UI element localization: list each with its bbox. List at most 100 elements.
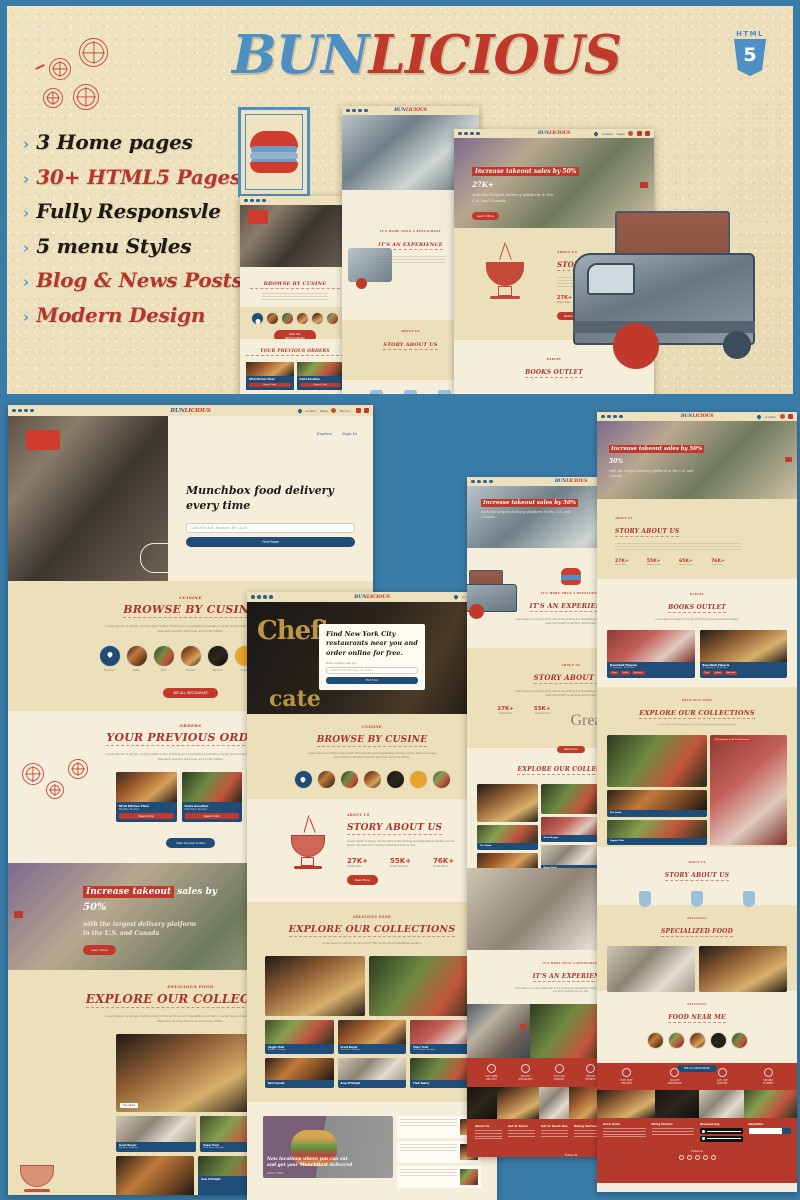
cuisine-icon[interactable] [709, 1032, 727, 1049]
pasta-icon[interactable] [316, 769, 336, 789]
collection-card[interactable]: The Salad [477, 825, 538, 850]
mexican-dish-icon[interactable] [206, 645, 229, 667]
mockup-home-two[interactable]: BUNLICIOUS Location Pages Chef's cate Fi… [247, 592, 497, 1200]
hero-search-card[interactable]: Find New York City restaurants near you … [319, 624, 425, 691]
mockup-home-four[interactable]: BUNLICIOUS Location Increase takeout sal… [597, 412, 797, 1192]
find-food-button[interactable]: Find Food [186, 536, 355, 547]
nav-location[interactable]: Location [602, 132, 613, 136]
collection-tile[interactable] [540, 784, 602, 814]
cuisine-item[interactable]: Thai [152, 645, 175, 672]
see-all-button[interactable]: SEE ALL RESTAURANT [676, 1065, 718, 1072]
cuisine-icon[interactable] [730, 1032, 748, 1049]
collection-card[interactable]: Veggie Plate [607, 820, 708, 846]
google-play-button[interactable] [700, 1128, 743, 1135]
cuisine-row[interactable] [247, 769, 497, 789]
read-more-button[interactable]: Read More [347, 874, 378, 885]
repeat-order-button[interactable]: Repeat Order [119, 813, 174, 819]
footer-newsletter[interactable]: Newsletter [748, 1123, 791, 1143]
collection-tile[interactable] [265, 956, 365, 1017]
chinese-dish-icon[interactable] [362, 769, 382, 789]
bag-icon[interactable] [364, 408, 369, 413]
cuisine-icon[interactable] [667, 1032, 685, 1049]
location-pin-icon[interactable] [98, 645, 121, 667]
footer-download[interactable]: Download App [700, 1123, 743, 1143]
read-more-button[interactable]: Read More [557, 746, 585, 754]
location-pin-icon[interactable] [453, 594, 460, 600]
order-card[interactable]: KFull Kitchen Pizza Big Bites, Brooklyn Re… [116, 772, 177, 822]
cuisine-item[interactable] [431, 769, 451, 789]
collection-grid-row3[interactable]: Best Cupcake Soup Of Delight Fresh Baker… [265, 1058, 480, 1089]
collection-grid[interactable] [265, 956, 479, 1017]
order-card-row[interactable]: KFull Kitchen Pizza Repeat Order Pasta Ro… [246, 362, 344, 390]
collection-card[interactable]: Great Burger Pizza Place, Brooklyn [337, 1020, 407, 1055]
play-badge-icon[interactable] [520, 1024, 527, 1029]
cart-icon[interactable] [355, 408, 361, 413]
collection-card[interactable]: Best Cupcake [265, 1058, 334, 1089]
cuisine-item[interactable] [339, 769, 359, 789]
mexican-dish-icon[interactable] [385, 769, 405, 789]
cart-icon[interactable] [636, 131, 642, 136]
nav-location[interactable]: Location [305, 409, 316, 413]
location-pin-icon[interactable] [756, 413, 762, 420]
order-card[interactable]: KFull Kitchen Pizza Repeat Order [246, 362, 294, 390]
pasta-icon[interactable] [125, 645, 148, 667]
location-pin-icon[interactable] [251, 312, 264, 325]
curry-icon[interactable] [408, 769, 428, 789]
specials-tile[interactable] [699, 946, 787, 992]
explore-link[interactable]: Explore [317, 431, 333, 436]
collection-grid-row2[interactable]: Veggie Plate Big Bites, Brooklyn Great Bu… [265, 1020, 480, 1055]
collection-tile[interactable] [116, 1156, 194, 1195]
location-pin-icon[interactable] [293, 769, 313, 789]
browser-nav[interactable]: Location Pages My Acc... [296, 407, 369, 414]
collection-card[interactable]: Soup Of Delight [337, 1058, 407, 1089]
thai-bowl-icon[interactable] [339, 769, 359, 789]
cart-icon[interactable] [788, 414, 793, 419]
browser-nav[interactable]: Location [756, 413, 793, 420]
play-badge-icon[interactable] [785, 457, 792, 462]
repeat-order-button[interactable]: Repeat Order [249, 383, 291, 387]
avatar[interactable] [779, 414, 785, 419]
avatar[interactable] [628, 131, 633, 136]
collection-grid[interactable]: The Salad Veggie Plate 50% Discount on A… [607, 735, 787, 846]
collection-tile[interactable] [369, 956, 479, 1017]
cuisine-item[interactable]: Mexican [206, 645, 229, 672]
cuisine-item[interactable] [316, 769, 336, 789]
play-badge-icon[interactable] [640, 182, 648, 188]
collection-card[interactable]: Great Burger [540, 817, 602, 842]
signin-link[interactable]: Sign In [342, 431, 357, 436]
order-card[interactable]: Pasta Rosetten Pizza Place, Brooklyn Repea… [181, 772, 242, 822]
auth-links[interactable]: Explore Sign In [317, 431, 357, 436]
cuisine-item[interactable] [293, 769, 313, 789]
cuisine-item[interactable]: Brooklyn [98, 645, 121, 672]
cuisine-item[interactable]: Italian [125, 645, 148, 672]
bag-icon[interactable] [645, 131, 650, 136]
cuisine-icon[interactable] [296, 312, 309, 325]
specials-tile[interactable] [607, 946, 695, 992]
avatar[interactable] [331, 408, 337, 413]
cuisine-icon[interactable] [326, 312, 339, 325]
cuisine-item[interactable] [408, 769, 428, 789]
blog-list-item[interactable] [397, 1166, 481, 1189]
cuisine-icon[interactable] [281, 312, 294, 325]
see-all-restaurants-button[interactable]: SEE ALL RESTAURANT [163, 688, 218, 698]
address-input[interactable]: 1284 6TH AVE, Brooklyn, NY 11219 [326, 667, 418, 675]
nav-pages[interactable]: Pages [617, 132, 625, 136]
collection-card[interactable]: Great Burger Big Bites, Brooklyn [116, 1116, 197, 1152]
nav-location[interactable]: Location [765, 415, 776, 419]
hero-mockup-left[interactable]: BROWSE BY CUSINE SEE ALL RESTAURANT YOUR… [240, 196, 350, 394]
browser-nav[interactable]: Location Pages [593, 130, 650, 137]
repeat-order-button[interactable]: Repeat Order [299, 383, 341, 387]
cuisine-icon[interactable] [311, 312, 324, 325]
collection-tile[interactable]: The Salad [116, 1034, 256, 1112]
promo-tile[interactable]: 50% Discount on All Your Restaurant [710, 735, 787, 846]
view-all-orders-button[interactable]: View all past orders [165, 838, 216, 848]
blog-hero-image[interactable]: New locations where you can eat and get … [263, 1116, 393, 1179]
order-card[interactable]: Pasta Rosetten Repeat Order [296, 362, 344, 390]
collection-card[interactable]: The Salad [607, 790, 708, 818]
location-pin-icon[interactable] [296, 407, 303, 414]
collection-card[interactable]: Veggie Plate Big Bites, Brooklyn [265, 1020, 334, 1055]
address-input[interactable]: 1284 6TH AVE, Brooklyn, NY 11219 [186, 522, 355, 533]
cuisine-icon[interactable] [266, 312, 279, 325]
restaurant-card[interactable]: Bunchball Pizzeria $ · Brooklyn · 30-40 M… [699, 630, 787, 679]
cuisine-icon[interactable] [646, 1032, 664, 1049]
